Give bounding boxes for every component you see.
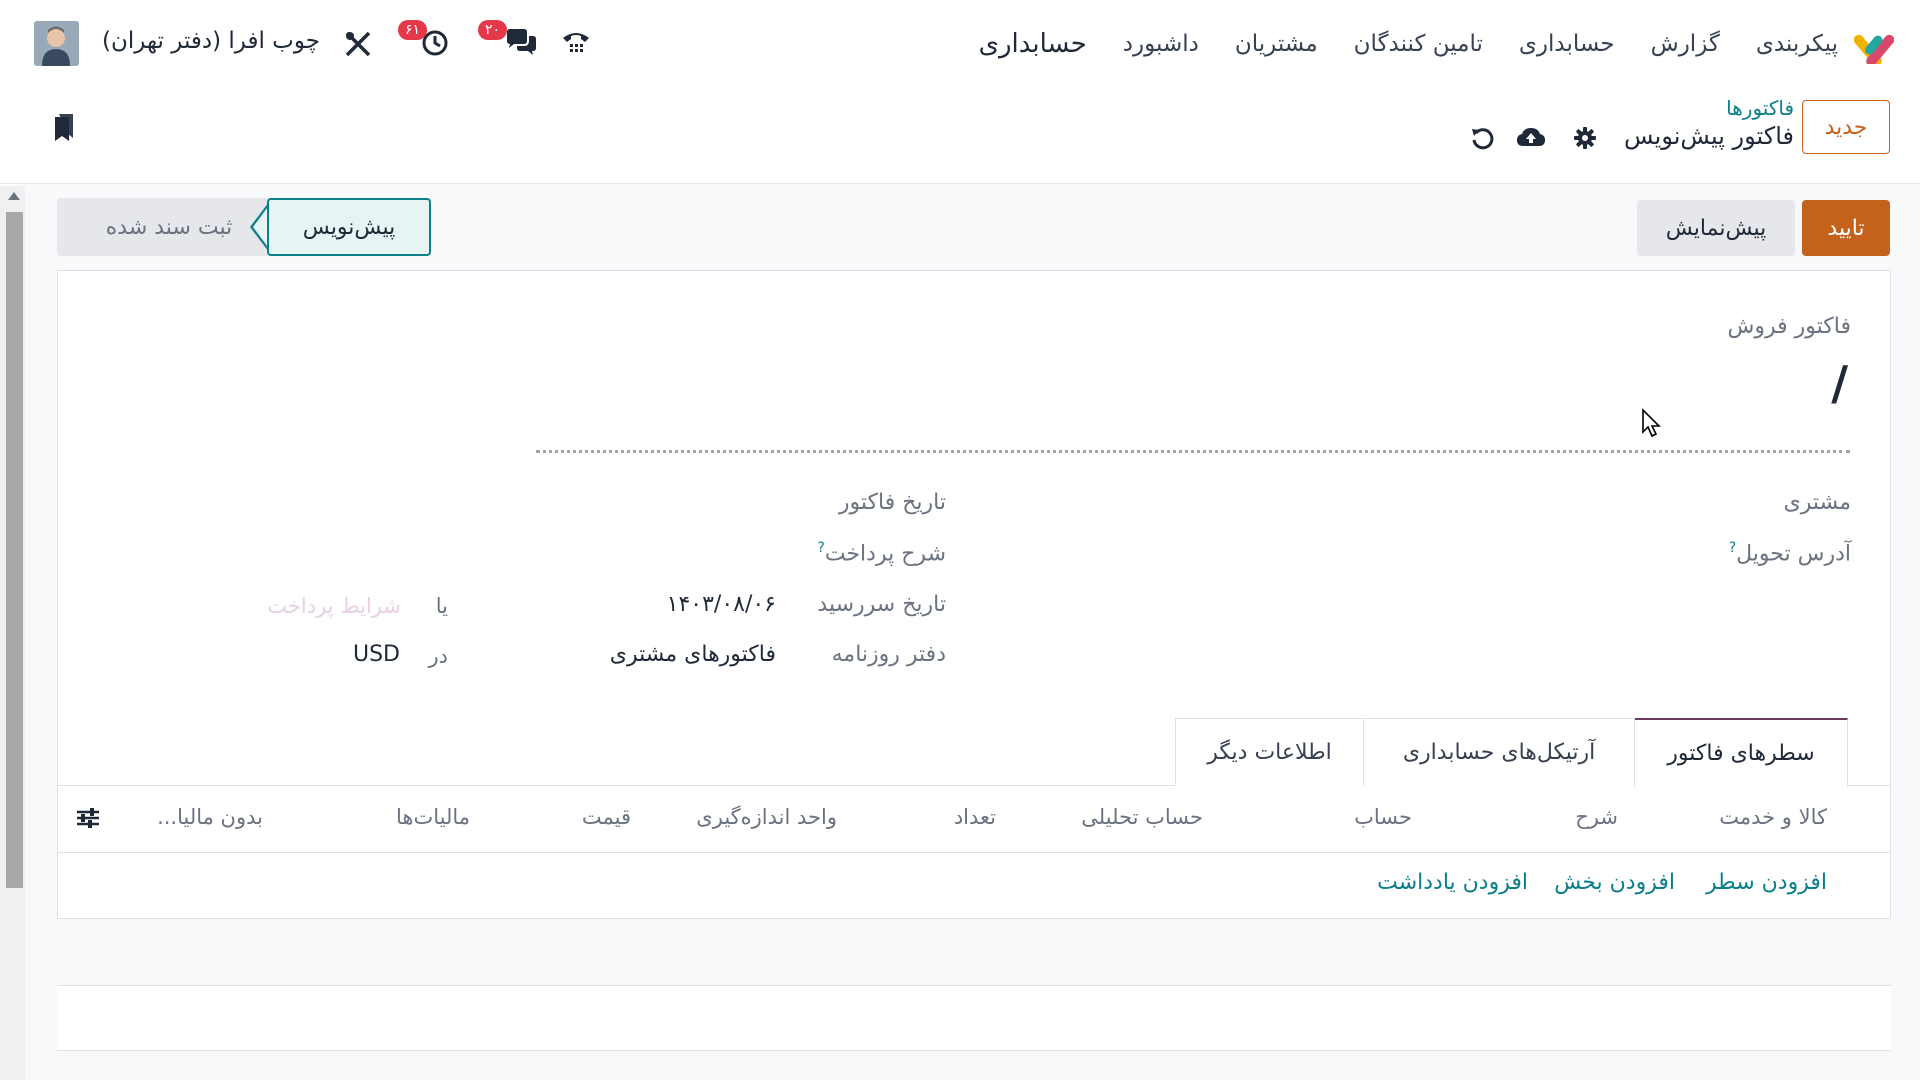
phone-icon[interactable] — [560, 26, 592, 58]
activities-badge: ۶۱ — [398, 20, 428, 40]
col-subtotal[interactable]: بدون مالیا... — [157, 805, 263, 829]
col-analytic[interactable]: حساب تحلیلی — [1081, 805, 1203, 829]
col-quantity[interactable]: تعداد — [954, 805, 996, 829]
scrollbar-thumb[interactable] — [6, 212, 23, 888]
menu-configuration[interactable]: پیکربندی — [1756, 31, 1838, 57]
payment-reference-label: شرح پرداخت? — [817, 540, 946, 566]
scroll-up-arrow-icon[interactable] — [8, 192, 20, 200]
status-posted[interactable]: ثبت سند شده — [57, 198, 281, 256]
menu-accounting[interactable]: حسابداری — [1519, 31, 1615, 57]
discard-icon[interactable] — [1470, 126, 1496, 152]
payment-reference-text: شرح پرداخت — [824, 541, 946, 567]
mouse-cursor-icon — [1641, 408, 1663, 438]
due-date-field[interactable]: ۱۴۰۳/۰۸/۰۶ — [667, 592, 776, 617]
user-avatar[interactable] — [34, 21, 79, 66]
empty-row-2 — [57, 986, 1891, 1050]
app-logo-icon[interactable] — [1853, 24, 1895, 67]
customer-label: مشتری — [1783, 490, 1851, 515]
payment-terms-field[interactable]: شرایط پرداخت — [267, 594, 401, 618]
status-draft[interactable]: پیش‌نویس — [267, 198, 431, 256]
debug-tools-icon[interactable] — [344, 30, 372, 58]
col-product[interactable]: کالا و خدمت — [1719, 805, 1827, 829]
company-switcher[interactable]: چوب افرا (دفتر تهران) — [102, 28, 320, 54]
gear-icon[interactable] — [1573, 126, 1597, 150]
header-divider — [57, 852, 1891, 853]
messages-icon[interactable] — [505, 28, 537, 58]
menu-dashboard[interactable]: داشبورد — [1123, 31, 1199, 57]
top-navbar: حسابداری داشبورد مشتریان تامین کنندگان ح… — [0, 0, 1920, 88]
messages-badge: ۲۰ — [478, 20, 508, 40]
invoice-date-label: تاریخ فاکتور — [838, 490, 946, 515]
empty-row-3 — [57, 1051, 1891, 1080]
col-label[interactable]: شرح — [1575, 805, 1618, 829]
breadcrumb-parent[interactable]: فاکتورها — [1726, 96, 1794, 120]
add-note-link[interactable]: افزودن یادداشت — [1377, 870, 1528, 895]
delivery-address-text: آدرس تحویل — [1736, 541, 1851, 567]
journal-label: دفتر روزنامه — [831, 642, 946, 667]
menu-brand[interactable]: حسابداری — [979, 29, 1087, 59]
cloud-save-icon[interactable] — [1516, 126, 1546, 150]
delivery-address-label: آدرس تحویل? — [1729, 540, 1851, 566]
menu-customers[interactable]: مشتریان — [1235, 31, 1318, 57]
bookmark-icon[interactable] — [52, 112, 76, 142]
tab-journal-items[interactable]: آرتیکل‌های حسابداری — [1363, 718, 1635, 786]
due-date-label: تاریخ سررسید — [817, 592, 946, 617]
payment-reference-help[interactable]: ? — [817, 540, 824, 556]
tab-other-info[interactable]: اطلاعات دیگر — [1175, 718, 1364, 786]
new-button[interactable]: جدید — [1802, 100, 1890, 154]
col-price[interactable]: قیمت — [582, 805, 631, 829]
move-type-label: فاکتور فروش — [1727, 314, 1851, 339]
breadcrumb-current: فاکتور پیش‌نویس — [1624, 122, 1794, 150]
control-panel: جدید فاکتورها فاکتور پیش‌نویس — [0, 88, 1920, 184]
name-field-underline — [536, 450, 1850, 453]
confirm-button[interactable]: تایید — [1802, 200, 1890, 256]
journal-field[interactable]: فاکتورهای مشتری — [610, 642, 776, 667]
preview-button[interactable]: پیش‌نمایش — [1637, 200, 1795, 256]
col-account[interactable]: حساب — [1354, 805, 1412, 829]
currency-field[interactable]: USD — [353, 642, 400, 667]
empty-row-1 — [57, 919, 1891, 985]
tab-invoice-lines[interactable]: سطرهای فاکتور — [1634, 718, 1848, 787]
add-section-link[interactable]: افزودن بخش — [1554, 870, 1675, 895]
col-taxes[interactable]: مالیات‌ها — [396, 805, 470, 829]
menu-vendors[interactable]: تامین کنندگان — [1354, 31, 1483, 57]
status-bar: ثبت سند شده پیش‌نویس — [57, 198, 431, 256]
optional-columns-icon[interactable] — [75, 806, 101, 830]
add-line-link[interactable]: افزودن سطر — [1706, 870, 1827, 895]
invoice-name-field[interactable]: / — [1831, 356, 1848, 410]
main-menu: حسابداری داشبورد مشتریان تامین کنندگان ح… — [979, 20, 1838, 68]
menu-reporting[interactable]: گزارش — [1651, 31, 1720, 57]
or-label: یا — [435, 594, 448, 618]
in-label: در — [428, 644, 449, 668]
col-uom[interactable]: واحد اندازه‌گیری — [696, 805, 837, 829]
